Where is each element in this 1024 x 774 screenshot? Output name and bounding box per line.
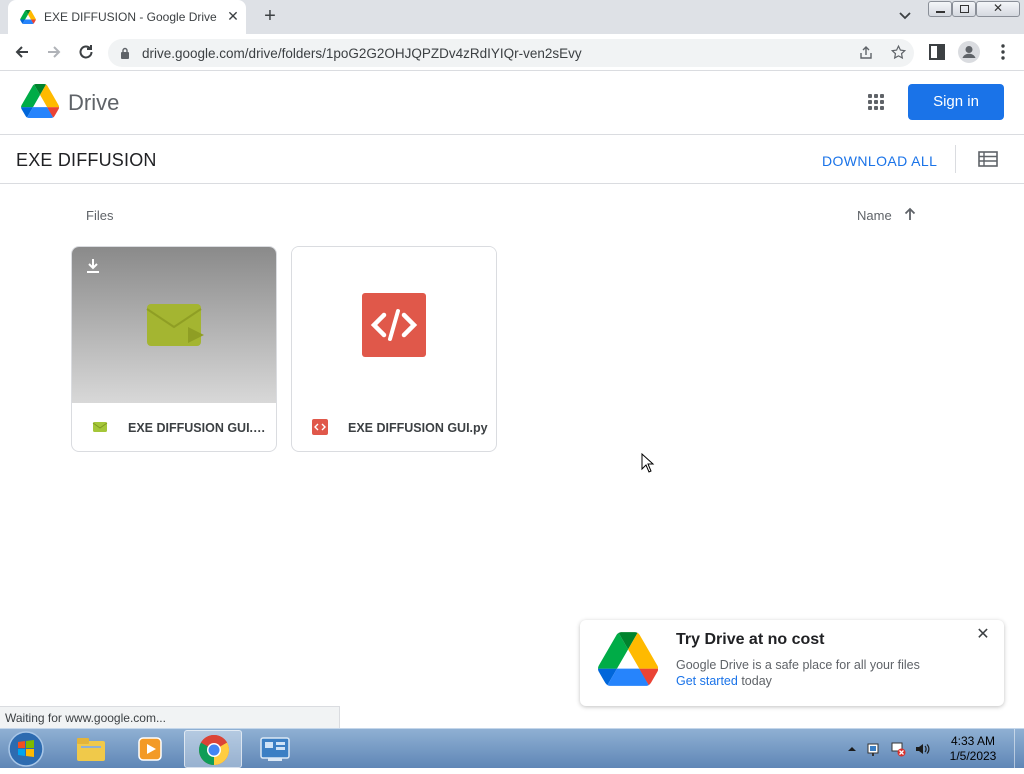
browser-toolbar: drive.google.com/drive/folders/1poG2G2OH…: [0, 34, 1024, 71]
files-section-heading: Files: [86, 208, 114, 223]
drive-logo-icon[interactable]: [21, 84, 59, 118]
try-drive-promo: Try Drive at no cost Google Drive is a s…: [580, 620, 1004, 706]
url-text: drive.google.com/drive/folders/1poG2G2OH…: [142, 46, 582, 61]
folder-icon: [77, 738, 105, 761]
taskbar-clock[interactable]: 4:33 AM 1/5/2023: [938, 734, 1008, 764]
sort-ascending-arrow-icon[interactable]: [902, 206, 918, 222]
menu-kebab-icon[interactable]: [992, 41, 1014, 63]
clock-date: 1/5/2023: [949, 749, 997, 763]
lock-icon[interactable]: [120, 47, 130, 59]
taskbar-chrome-button[interactable]: [184, 730, 242, 768]
drive-favicon-icon: [20, 10, 36, 24]
taskbar-control-panel-button[interactable]: [246, 730, 304, 768]
promo-title: Try Drive at no cost: [676, 631, 825, 648]
status-bubble: Waiting for www.google.com...: [0, 706, 340, 728]
forward-arrow-icon[interactable]: [43, 41, 65, 63]
show-hidden-icons-icon[interactable]: [844, 741, 860, 757]
file-name: EXE DIFFUSION GUI.py: [348, 421, 488, 435]
drive-app-name[interactable]: Drive: [68, 90, 119, 116]
promo-close-icon[interactable]: ✕: [974, 626, 992, 644]
file-card-exe[interactable]: EXE DIFFUSION GUI.e...: [71, 246, 277, 452]
code-file-large-icon: [362, 293, 426, 357]
side-panel-icon[interactable]: [926, 41, 948, 63]
address-bar[interactable]: drive.google.com/drive/folders/1poG2G2OH…: [108, 39, 914, 67]
video-file-large-icon: [146, 304, 204, 346]
start-button[interactable]: [6, 729, 46, 769]
show-desktop-button[interactable]: [1014, 729, 1024, 769]
file-name: EXE DIFFUSION GUI.e...: [128, 421, 268, 435]
get-started-link[interactable]: Get started: [676, 674, 738, 688]
window-restore-button[interactable]: [952, 1, 976, 17]
tab-title: EXE DIFFUSION - Google Drive: [44, 10, 217, 24]
browser-tab-active[interactable]: EXE DIFFUSION - Google Drive ✕: [8, 0, 246, 34]
person-icon: [962, 46, 976, 58]
code-file-icon: [312, 419, 328, 435]
google-apps-grid-icon[interactable]: [866, 92, 886, 112]
promo-link-row: Get started today: [676, 674, 772, 688]
windows-taskbar: 4:33 AM 1/5/2023: [0, 728, 1024, 769]
drive-header: Drive Sign in: [0, 71, 1024, 135]
folder-header: EXE DIFFUSION DOWNLOAD ALL: [0, 135, 1024, 184]
header-divider: [955, 145, 956, 173]
profile-avatar[interactable]: [958, 41, 980, 63]
mouse-cursor-icon: [641, 453, 655, 473]
window-minimize-button[interactable]: [928, 1, 952, 17]
tab-search-chevron-icon[interactable]: [896, 7, 914, 25]
volume-icon[interactable]: [914, 741, 930, 757]
tab-close-icon[interactable]: ✕: [224, 7, 242, 25]
sort-by-name-button[interactable]: Name: [857, 208, 892, 223]
taskbar-explorer-button[interactable]: [62, 730, 120, 768]
file-card-py[interactable]: EXE DIFFUSION GUI.py: [291, 246, 497, 452]
browser-tab-strip: EXE DIFFUSION - Google Drive ✕ + ✕: [0, 0, 1024, 34]
download-icon[interactable]: [84, 257, 102, 275]
share-icon[interactable]: [858, 45, 874, 61]
download-all-button[interactable]: DOWNLOAD ALL: [822, 153, 937, 169]
promo-description: Google Drive is a safe place for all you…: [676, 658, 920, 672]
new-tab-button[interactable]: +: [258, 5, 282, 29]
promo-link-suffix: today: [737, 674, 772, 688]
control-panel-icon: [260, 737, 290, 761]
file-thumbnail: [72, 247, 276, 403]
windows-start-orb-icon: [8, 731, 44, 767]
media-player-icon: [138, 737, 162, 761]
back-arrow-icon[interactable]: [11, 41, 33, 63]
action-center-flag-icon[interactable]: [866, 741, 882, 757]
folder-title: EXE DIFFUSION: [16, 150, 157, 170]
reload-icon[interactable]: [75, 41, 97, 63]
video-file-icon: [92, 422, 108, 432]
network-disconnected-icon[interactable]: [890, 741, 906, 757]
clock-time: 4:33 AM: [950, 734, 996, 748]
sign-in-button[interactable]: Sign in: [908, 84, 1004, 120]
taskbar-media-player-button[interactable]: [122, 730, 180, 768]
window-close-button[interactable]: ✕: [976, 1, 1020, 17]
bookmark-star-icon[interactable]: [890, 44, 907, 61]
chrome-icon: [198, 734, 230, 765]
file-thumbnail: [292, 247, 496, 403]
drive-promo-logo-icon: [598, 632, 658, 686]
list-view-icon[interactable]: [978, 151, 998, 167]
